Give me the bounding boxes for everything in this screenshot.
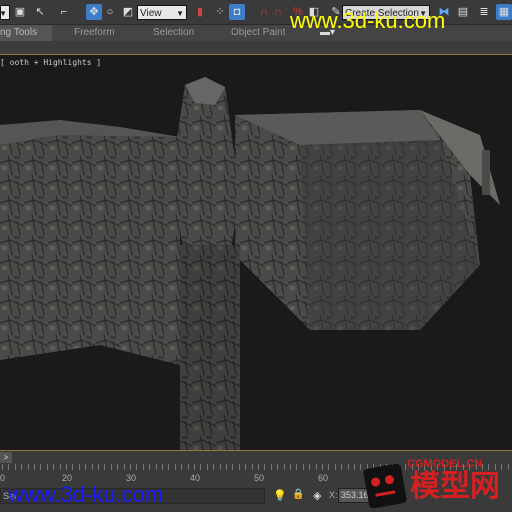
timeline-tick [91,464,93,470]
timeline-tick [40,464,42,470]
timeline-tick [251,464,253,470]
timeline-tick [110,464,112,470]
logo-text-top: CGMODEL.CN [407,458,483,470]
timeline-tick [206,464,208,470]
move-icon[interactable]: ✥ [86,4,102,20]
timeline-tick [117,464,119,470]
timeline-tick [347,464,349,470]
timeline-tick [302,464,304,470]
tick-label: 40 [190,473,201,483]
timeline-tick [213,464,215,470]
isolate-icon[interactable]: 💡 [273,489,287,502]
timeline-tick [72,464,74,470]
timeline-tick [59,464,61,470]
timeline-tick [341,464,343,470]
timeline-tick [245,464,247,470]
x-label: X: [329,490,338,500]
graphite-toggle-icon[interactable]: ▦ [496,4,512,20]
toolbar-dropdown[interactable]: ▼ [0,5,10,20]
timeline-tick [142,464,144,470]
timeline-tick [334,464,336,470]
timeline-tick [8,464,10,470]
timeline-tick [315,464,317,470]
watermark-bottom: www.3d-ku.com [8,482,164,507]
tick-label: 0 [0,473,6,483]
next-frame-button[interactable]: > [0,452,12,463]
timeline-tick [104,464,106,470]
timeline-tick [187,464,189,470]
view-label: View [140,8,162,19]
align-icon[interactable]: ▤ [455,4,471,20]
right-platform [235,110,500,330]
timeline-tick [283,464,285,470]
absolute-mode-icon[interactable]: ◈ [313,489,321,502]
scene-render [0,77,500,450]
tab-object-paint[interactable]: Object Paint [231,25,285,41]
logo-text-main: 模型网 [410,470,500,503]
timeline-tick [27,464,29,470]
timeline-tick [238,464,240,470]
select-region-icon[interactable]: ⌐ [56,4,72,20]
pillar-small [482,150,490,195]
timeline-tick [78,464,80,470]
timeline-tick [270,464,272,470]
timeline-tick [66,464,67,470]
perspective-viewport[interactable]: [ ooth + Highlights ] [0,55,512,450]
timeline-tick [322,464,323,470]
timeline-tick [98,464,99,470]
tick-label: 60 [318,473,329,483]
tick-label: 50 [254,473,265,483]
timeline-tick [168,464,170,470]
timeline-tick [85,464,87,470]
timeline-tick [219,464,221,470]
timeline-tick [290,464,291,470]
timeline-tick [200,464,202,470]
central-statue [170,77,240,450]
timeline-tick [296,464,298,470]
timeline-tick [123,464,125,470]
pivot-icon[interactable]: ▮ [192,4,208,20]
timeline-tick [162,464,163,470]
timeline-tick [232,464,234,470]
watermark-top: www.3d-ku.com [290,8,446,33]
angle-snap-icon[interactable]: ∩ [270,4,286,20]
timeline-tick [354,464,355,470]
timeline-tick [328,464,330,470]
select-object-icon[interactable]: ▣ [12,4,28,20]
lock-icon[interactable]: 🔒 [292,489,304,500]
tab-freeform[interactable]: Freeform [74,25,115,41]
reference-coordinate-select[interactable]: View ▼ [137,5,187,20]
left-wall [0,120,180,365]
timeline-tick [149,464,151,470]
timeline-tick [21,464,23,470]
timeline-tick [136,464,138,470]
timeline-tick [155,464,157,470]
select-manipulate-icon[interactable]: ⁘ [212,4,228,20]
keyboard-shortcut-icon[interactable]: ◘ [229,4,245,20]
timeline-tick [130,464,131,470]
viewport-label[interactable]: [ ooth + Highlights ] [0,58,101,67]
select-cursor-icon[interactable]: ↖ [32,4,48,20]
timeline-tick [14,464,16,470]
timeline-tick [194,464,195,470]
ribbon-panel-collapsed [0,41,512,55]
timeline-tick [264,464,266,470]
layer-manager-icon[interactable]: ≣ [476,4,492,20]
timeline-tick [174,464,176,470]
timeline-tick [181,464,183,470]
rotate-icon[interactable]: ○ [102,4,118,20]
timeline-tick [46,464,48,470]
timeline-tick [53,464,55,470]
tab-modeling-tools[interactable]: ng Tools [0,25,52,41]
logo-mascot [362,463,408,509]
timeline-tick [309,464,311,470]
timeline-tick [226,464,227,470]
timeline-tick [277,464,279,470]
timeline-tick [258,464,259,470]
tab-selection[interactable]: Selection [153,25,194,41]
cgmodel-logo: CGMODEL.CN 模型网 [362,458,512,512]
timeline-tick [2,464,3,470]
scale-icon[interactable]: ◩ [120,4,136,20]
timeline-tick [34,464,35,470]
